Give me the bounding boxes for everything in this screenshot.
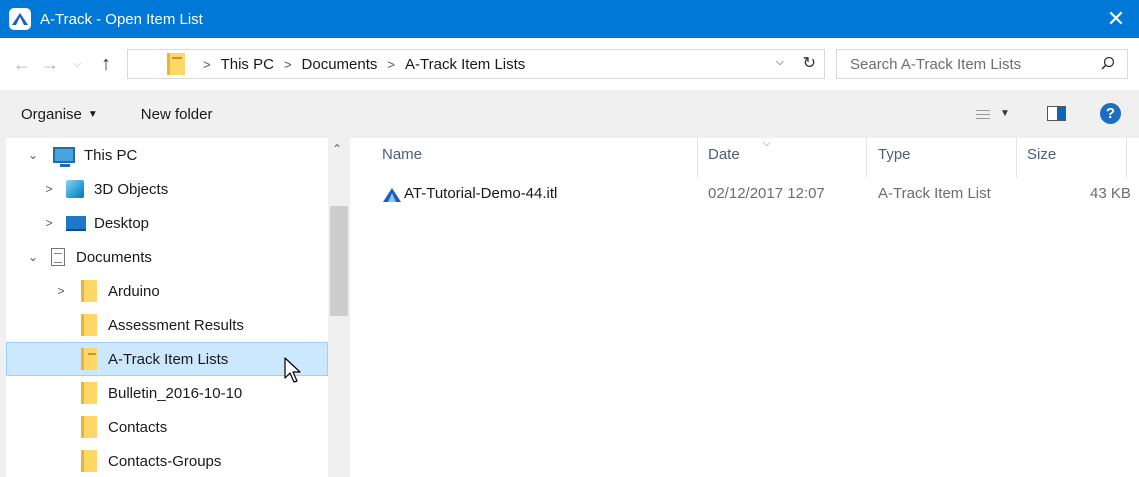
organise-label: Organise [21, 105, 82, 123]
search-icon[interactable] [1101, 56, 1115, 70]
refresh-icon[interactable]: ↻ [803, 53, 816, 73]
recent-locations-chevron-icon[interactable]: ⌵ [70, 50, 84, 78]
navigation-pane: ⌄ This PC > 3D Objects > Desktop ⌄ Docum… [0, 138, 350, 477]
a-track-app-icon [9, 8, 31, 30]
title-bar: A-Track - Open Item List ✕ [0, 0, 1139, 38]
tree-item-label: Contacts-Groups [108, 452, 222, 470]
tree-item-label: A-Track Item Lists [108, 350, 229, 368]
address-dropdown-chevron-icon[interactable]: ⌵ [776, 56, 784, 69]
breadcrumb-separator-icon[interactable]: > [203, 57, 211, 72]
change-view-button[interactable]: ▼ [976, 107, 1010, 119]
folder-icon [81, 314, 97, 336]
address-folder-icon [167, 53, 185, 75]
a-track-file-icon [383, 188, 401, 202]
forward-arrow-icon[interactable]: → [38, 50, 62, 78]
tree-item-a-track-item-lists[interactable]: A-Track Item Lists [6, 342, 328, 376]
organise-dropdown-caret-icon: ▼ [87, 108, 98, 120]
window-title: A-Track - Open Item List [40, 10, 203, 28]
scrollbar-thumb[interactable] [330, 206, 348, 316]
column-header-date[interactable]: Date [708, 146, 740, 163]
tree-item-assessment-results[interactable]: Assessment Results [6, 308, 328, 342]
collapsed-chevron-icon[interactable]: > [54, 284, 68, 298]
folder-icon [81, 348, 97, 370]
collapsed-chevron-icon[interactable]: > [42, 216, 56, 230]
help-icon[interactable]: ? [1100, 103, 1121, 124]
sort-indicator-icon: ⌵ [763, 138, 771, 149]
tree-item-this-pc[interactable]: ⌄ This PC [6, 138, 328, 172]
mouse-pointer-icon [284, 357, 301, 383]
breadcrumb-this-pc[interactable]: This PC [221, 56, 274, 73]
close-button[interactable]: ✕ [1093, 0, 1139, 38]
computer-icon [53, 147, 75, 167]
breadcrumb-separator-icon[interactable]: > [284, 57, 292, 72]
breadcrumb-a-track-item-lists[interactable]: A-Track Item Lists [405, 56, 525, 73]
file-type: A-Track Item List [878, 185, 991, 202]
folder-icon [81, 450, 97, 472]
tree-item-bulletin[interactable]: Bulletin_2016-10-10 [6, 376, 328, 410]
folder-icon [81, 416, 97, 438]
tree-item-contacts[interactable]: Contacts [6, 410, 328, 444]
folder-icon [81, 280, 97, 302]
details-view-icon [976, 107, 990, 119]
column-header-type[interactable]: Type [878, 146, 911, 163]
tree-item-label: 3D Objects [94, 180, 169, 198]
column-header-name[interactable]: Name [382, 146, 422, 163]
tree-item-documents[interactable]: ⌄ Documents [6, 240, 328, 274]
expanded-chevron-icon[interactable]: ⌄ [26, 148, 40, 162]
organise-button[interactable]: Organise ▼ [21, 106, 98, 123]
tree-item-label: This PC [84, 146, 138, 164]
tree-item-contacts-groups[interactable]: Contacts-Groups [6, 444, 328, 477]
expanded-chevron-icon[interactable]: ⌄ [26, 250, 40, 264]
3d-objects-icon [66, 180, 84, 198]
search-box[interactable] [836, 49, 1128, 79]
view-dropdown-caret-icon: ▼ [1000, 107, 1010, 119]
tree-item-label: Assessment Results [108, 316, 244, 334]
new-folder-button[interactable]: New folder [141, 106, 213, 123]
tree-item-desktop[interactable]: > Desktop [6, 206, 328, 240]
documents-icon [51, 248, 65, 266]
file-date: 02/12/2017 12:07 [708, 185, 825, 202]
address-bar[interactable]: > This PC > Documents > A-Track Item Lis… [127, 49, 825, 79]
column-header-size[interactable]: Size [1027, 146, 1056, 163]
breadcrumb: > This PC > Documents > A-Track Item Lis… [193, 56, 525, 73]
desktop-icon [66, 216, 86, 231]
command-bar: Organise ▼ New folder ▼ ? [0, 90, 1139, 138]
tree-item-label: Desktop [94, 214, 150, 232]
tree-item-label: Contacts [108, 418, 168, 436]
breadcrumb-separator-icon[interactable]: > [387, 57, 395, 72]
tree-item-arduino[interactable]: > Arduino [6, 274, 328, 308]
up-arrow-icon[interactable]: ↑ [94, 50, 118, 78]
tree-item-label: Arduino [108, 282, 160, 300]
file-size: 43 KB [1090, 185, 1131, 202]
preview-pane-icon[interactable] [1047, 106, 1066, 121]
file-name: AT-Tutorial-Demo-44.itl [404, 185, 558, 202]
nav-pane-scrollbar[interactable]: ⌃ [328, 138, 350, 477]
breadcrumb-documents[interactable]: Documents [302, 56, 378, 73]
address-row: ← → ⌵ ↑ > This PC > Documents > A-Track … [0, 38, 1139, 90]
scroll-up-arrow-icon[interactable]: ⌃ [332, 142, 342, 156]
back-arrow-icon[interactable]: ← [10, 50, 34, 78]
tree-item-3d-objects[interactable]: > 3D Objects [6, 172, 328, 206]
search-input[interactable] [837, 50, 1077, 78]
file-list: ⌵ Name Date Type Size AT-Tutorial-Demo-4… [350, 138, 1139, 477]
folder-icon [81, 382, 97, 404]
tree-item-label: Documents [76, 248, 152, 266]
collapsed-chevron-icon[interactable]: > [42, 182, 56, 196]
table-row[interactable]: AT-Tutorial-Demo-44.itl 02/12/2017 12:07… [370, 180, 1139, 208]
tree-item-label: Bulletin_2016-10-10 [108, 384, 243, 402]
